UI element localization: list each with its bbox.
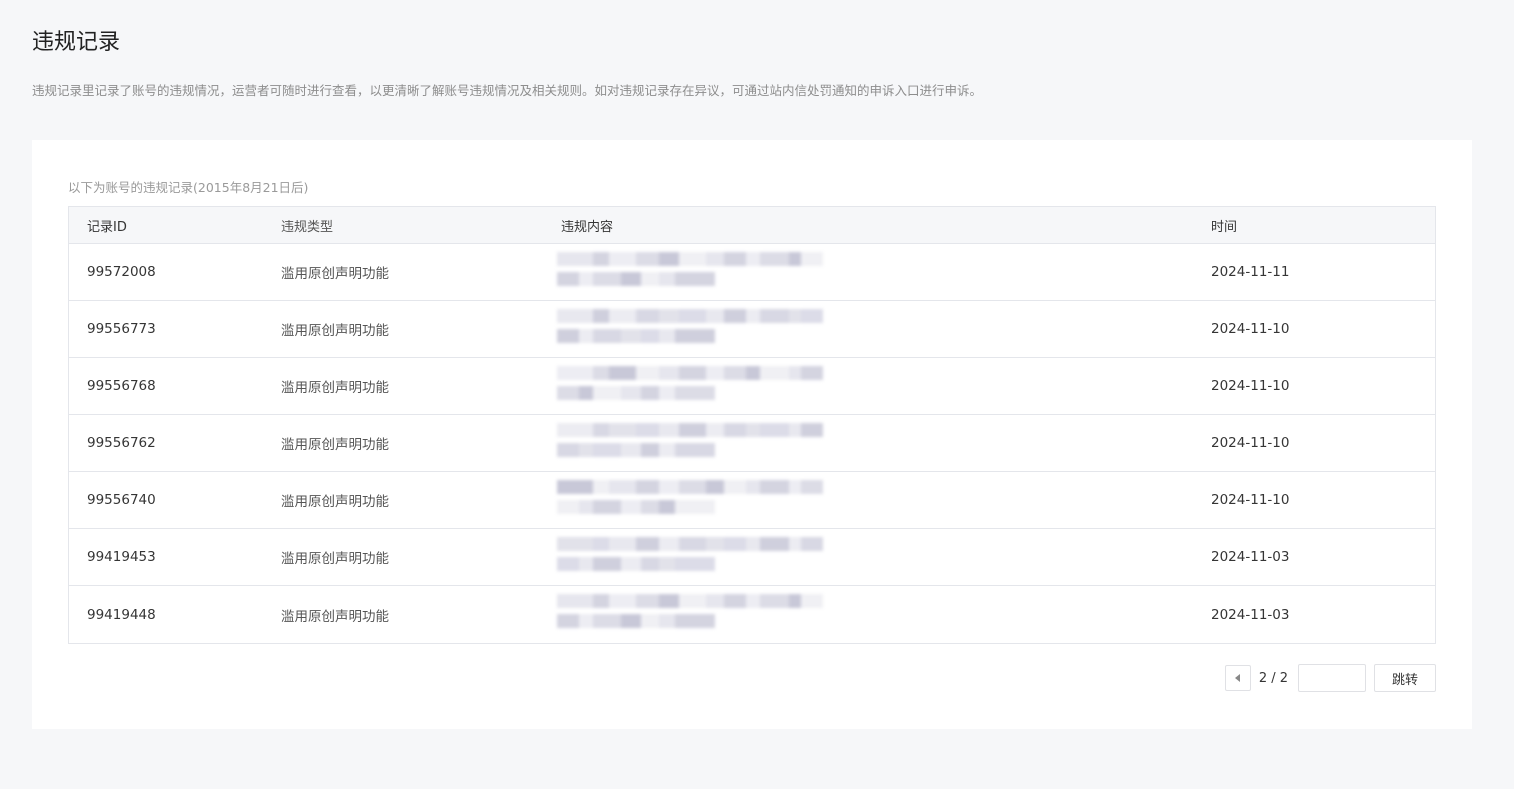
record-time: 2024-11-10 — [1211, 378, 1290, 394]
page-indicator: 2 / 2 — [1258, 670, 1288, 686]
redacted-blur — [557, 537, 823, 577]
table-row: 99556773 滥用原创声明功能 2024-11-10 — [69, 301, 1435, 358]
record-time: 2024-11-03 — [1211, 549, 1290, 565]
chevron-left-icon — [1235, 674, 1241, 682]
record-time: 2024-11-11 — [1211, 264, 1290, 280]
violation-type: 滥用原创声明功能 — [281, 608, 389, 625]
record-time: 2024-11-10 — [1211, 492, 1290, 508]
table-body: 99572008 滥用原创声明功能 2024-11-11 99556773 滥用原创声明… — [69, 244, 1435, 643]
violation-content-redacted — [543, 472, 1193, 528]
page-description: 违规记录里记录了账号的违规情况，运营者可随时进行查看，以更清晰了解账号违规情况及… — [32, 83, 983, 98]
violation-type: 滥用原创声明功能 — [281, 323, 389, 339]
table-row: 99556768 滥用原创声明功能 2024-11-10 — [69, 358, 1435, 415]
header-content: 违规内容 — [561, 219, 614, 235]
table-header: 记录ID 违规类型 违规内容 时间 — [69, 207, 1435, 244]
violation-type: 滥用原创声明功能 — [281, 494, 389, 510]
redacted-blur — [557, 366, 823, 406]
record-id: 99572008 — [87, 264, 156, 280]
violation-type: 滥用原创声明功能 — [281, 266, 389, 282]
redacted-blur — [557, 480, 823, 520]
violation-content-redacted — [543, 529, 1193, 585]
record-time: 2024-11-10 — [1211, 435, 1290, 451]
violation-type: 滥用原创声明功能 — [281, 551, 389, 567]
violation-content-redacted — [543, 415, 1193, 471]
violation-type: 滥用原创声明功能 — [281, 380, 389, 396]
table-row: 99419453 滥用原创声明功能 2024-11-03 — [69, 529, 1435, 586]
record-id: 99419448 — [87, 606, 156, 623]
page-jump-input[interactable] — [1298, 664, 1366, 692]
violation-content-redacted — [543, 358, 1193, 414]
record-id: 99556762 — [87, 435, 156, 451]
table-row: 99556740 滥用原创声明功能 2024-11-10 — [69, 472, 1435, 529]
header-type: 违规类型 — [281, 219, 334, 235]
records-caption: 以下为账号的违规记录(2015年8月21日后) — [68, 180, 309, 195]
record-id: 99419453 — [87, 549, 156, 565]
record-time: 2024-11-10 — [1211, 321, 1290, 337]
violation-content-redacted — [543, 301, 1193, 357]
violation-content-redacted — [543, 586, 1193, 643]
records-card: 以下为账号的违规记录(2015年8月21日后) 记录ID 违规类型 违规内容 时… — [32, 140, 1472, 729]
violation-type: 滥用原创声明功能 — [281, 437, 389, 453]
record-id: 99556773 — [87, 321, 156, 337]
header-time: 时间 — [1211, 219, 1238, 235]
redacted-blur — [557, 309, 823, 349]
redacted-blur — [557, 252, 823, 292]
record-id: 99556740 — [87, 492, 156, 508]
header-id: 记录ID — [87, 219, 127, 235]
record-time: 2024-11-03 — [1211, 606, 1290, 623]
prev-page-button[interactable] — [1224, 665, 1251, 691]
table-row: 99419448 滥用原创声明功能 2024-11-03 — [69, 586, 1435, 643]
jump-button[interactable]: 跳转 — [1374, 664, 1436, 692]
violation-table: 记录ID 违规类型 违规内容 时间 99572008 滥用原创声明功能 2024-1… — [68, 206, 1436, 644]
pagination: 2 / 2 跳转 — [1224, 664, 1436, 692]
table-row: 99572008 滥用原创声明功能 2024-11-11 — [69, 244, 1435, 301]
page-title: 违规记录 — [32, 30, 121, 55]
violation-content-redacted — [543, 244, 1193, 300]
redacted-blur — [557, 594, 823, 634]
record-id: 99556768 — [87, 378, 156, 394]
redacted-blur — [557, 423, 823, 463]
table-row: 99556762 滥用原创声明功能 2024-11-10 — [69, 415, 1435, 472]
